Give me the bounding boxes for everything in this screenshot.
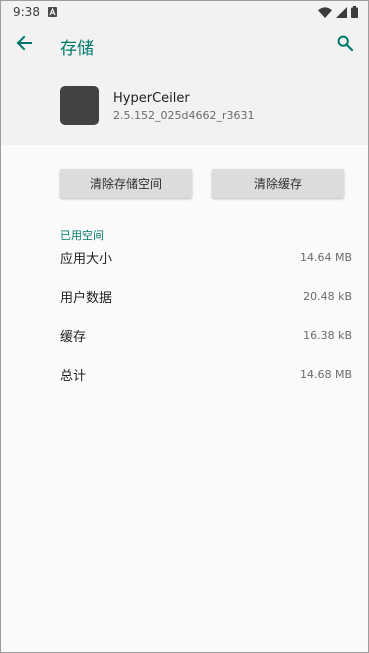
usage-row-app-size: 应用大小 14.64 MB [60, 247, 352, 267]
usage-row-value: 14.64 MB [299, 250, 352, 264]
clear-storage-button[interactable]: 清除存储空间 [60, 169, 192, 198]
app-version: 2.5.152_025d4662_r3631 [113, 109, 255, 122]
battery-icon [351, 6, 358, 18]
back-button[interactable] [11, 32, 37, 58]
arrow-back-icon [16, 35, 32, 55]
app-header: HyperCeiler 2.5.152_025d4662_r3631 [1, 67, 368, 145]
usage-row-user-data: 用户数据 20.48 kB [60, 286, 352, 306]
usage-row-cache: 缓存 16.38 kB [60, 325, 352, 345]
status-left: 9:38 [13, 5, 57, 19]
usage-row-value: 20.48 kB [303, 289, 352, 303]
a-icon [47, 7, 57, 17]
usage-row-label: 用户数据 [60, 290, 113, 306]
page-title: 存储 [60, 39, 94, 59]
signal-icon [336, 6, 347, 18]
toolbar: 存储 [1, 23, 368, 67]
app-name: HyperCeiler [113, 91, 190, 106]
status-time: 9:38 [13, 5, 40, 19]
status-right [318, 6, 358, 18]
usage-row-value: 14.68 MB [299, 367, 352, 381]
status-bar: 9:38 [1, 1, 368, 23]
usage-row-label: 缓存 [60, 329, 87, 345]
storage-screen: 9:38 存储 HyperCeiler 2.5.152_025d4662_r36… [0, 0, 369, 653]
app-icon [60, 86, 99, 125]
section-title-used-space: 已用空间 [60, 229, 104, 242]
usage-row-label: 应用大小 [60, 251, 113, 267]
usage-row-value: 16.38 kB [303, 328, 352, 342]
clear-cache-button[interactable]: 清除缓存 [212, 169, 344, 198]
usage-row-total: 总计 14.68 MB [60, 364, 352, 384]
search-icon [337, 35, 354, 55]
usage-row-label: 总计 [60, 368, 87, 384]
wifi-icon [318, 6, 332, 18]
search-button[interactable] [332, 32, 358, 58]
